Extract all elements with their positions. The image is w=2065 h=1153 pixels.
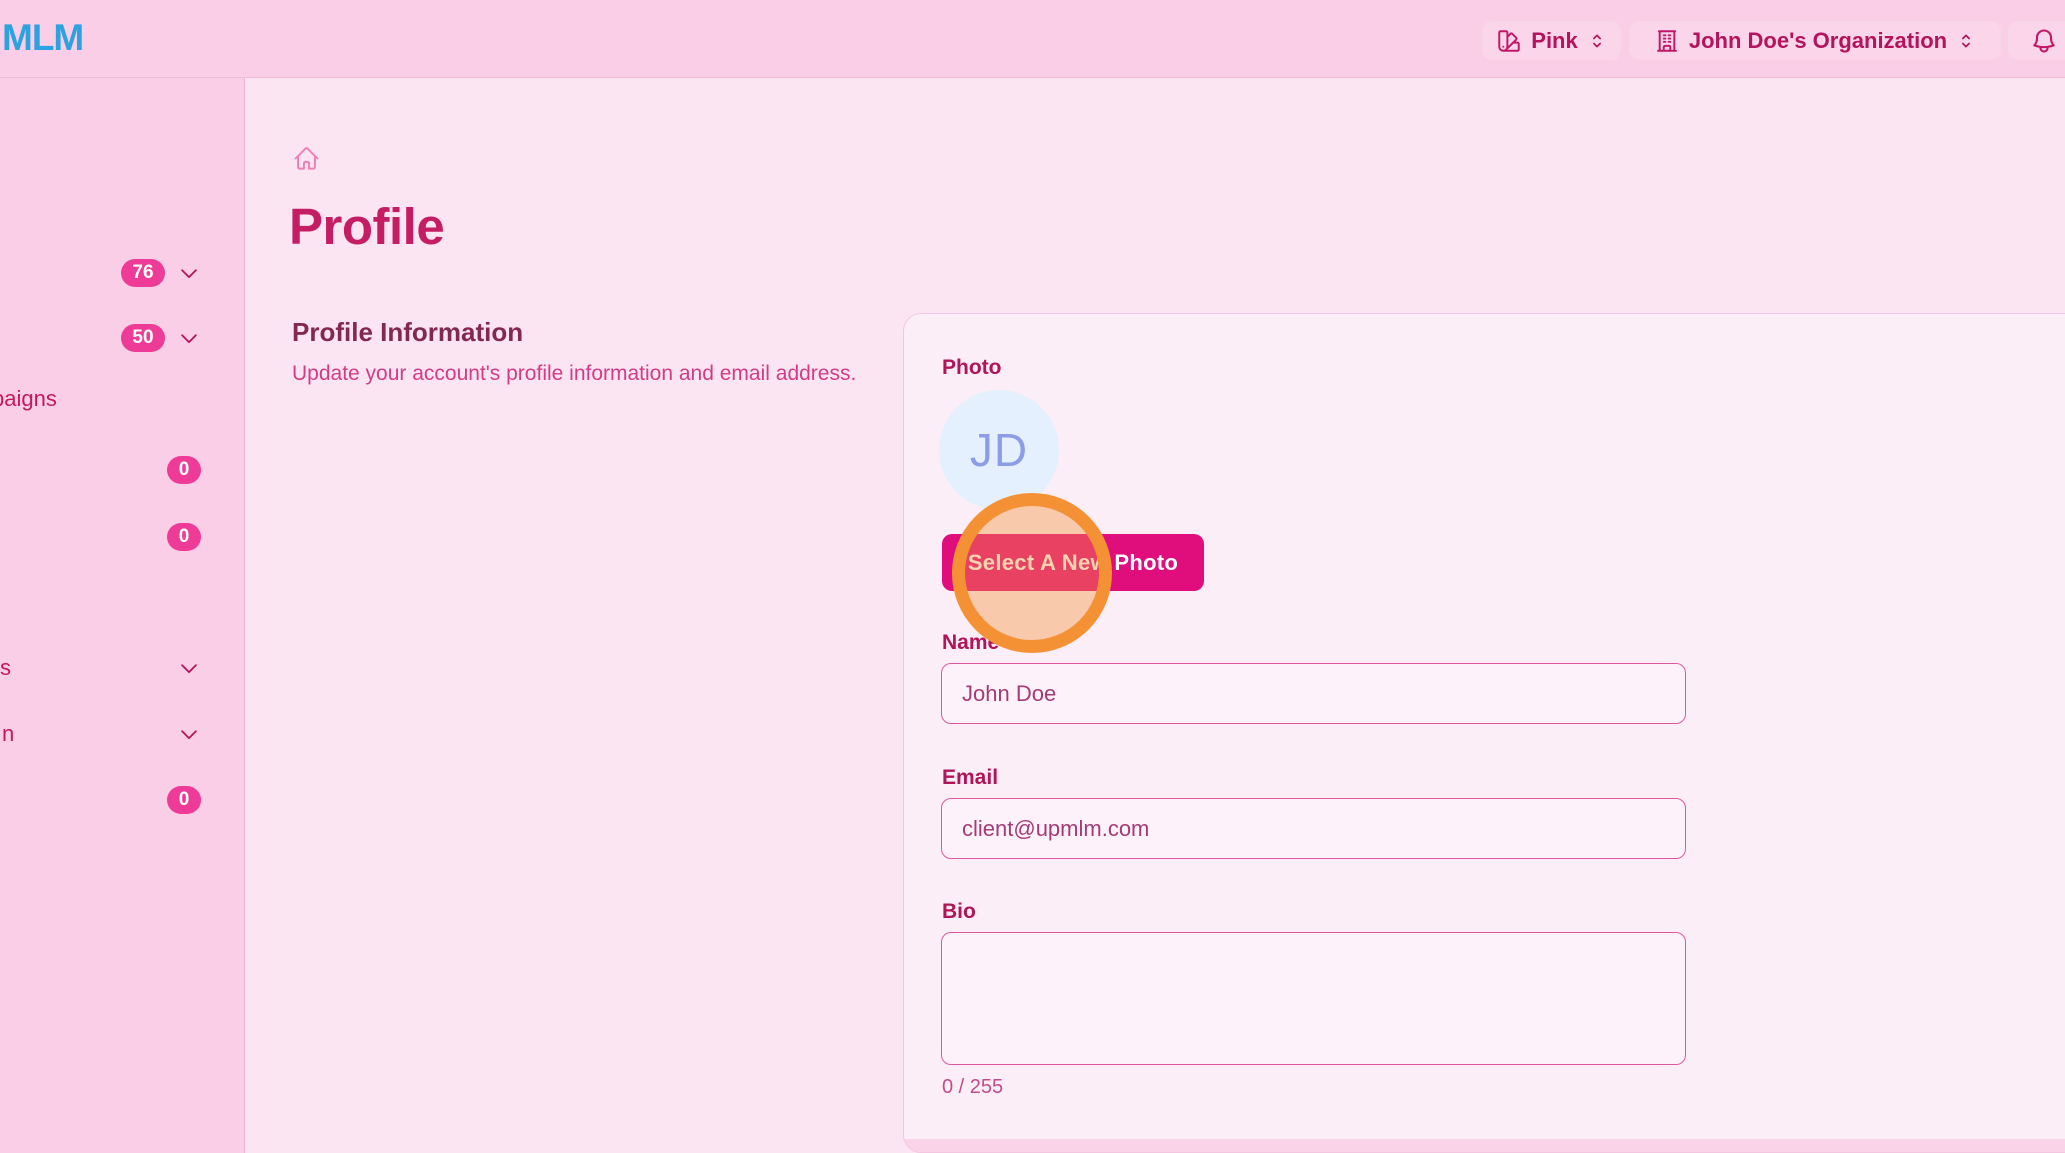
sidebar-item-label[interactable]: s: [0, 655, 11, 681]
sidebar-item-campaigns[interactable]: paigns: [0, 386, 57, 412]
breadcrumb-home-icon[interactable]: [293, 145, 320, 172]
email-input[interactable]: [941, 798, 1686, 859]
bio-textarea[interactable]: [941, 932, 1686, 1065]
app-logo[interactable]: MLM: [2, 17, 83, 59]
name-input[interactable]: [941, 663, 1686, 724]
avatar: JD: [939, 390, 1059, 510]
building-icon: [1654, 28, 1680, 54]
name-label: Name: [942, 631, 999, 655]
chevron-up-down-icon: [1956, 31, 1976, 51]
organization-selector-label: John Doe's Organization: [1689, 28, 1947, 54]
avatar-initials: JD: [970, 423, 1028, 477]
card-footer-band: [904, 1139, 2065, 1152]
chevron-down-icon[interactable]: [178, 723, 200, 745]
main-content: Profile Profile Information Update your …: [245, 79, 2065, 1153]
topbar: MLM Pink John Doe's Organization: [0, 0, 2065, 78]
sidebar-badge: 0: [167, 786, 201, 814]
theme-selector-label: Pink: [1531, 28, 1577, 54]
bell-icon: [2030, 27, 2058, 55]
page-title: Profile: [289, 197, 444, 256]
sidebar-badge: 0: [167, 523, 201, 551]
chevron-up-down-icon: [1587, 31, 1607, 51]
bio-character-counter: 0 / 255: [942, 1076, 1003, 1099]
chevron-down-icon[interactable]: [178, 262, 200, 284]
email-label: Email: [942, 766, 998, 790]
sidebar: 76 50 paigns 0 0 s n 0: [0, 78, 245, 1153]
sidebar-item-label[interactable]: n: [2, 721, 14, 747]
section-description: Update your account's profile informatio…: [292, 362, 856, 386]
sidebar-badge: 50: [121, 324, 165, 352]
section-title: Profile Information: [292, 317, 523, 348]
sidebar-badge: 0: [167, 456, 201, 484]
chevron-down-icon[interactable]: [178, 327, 200, 349]
select-new-photo-button[interactable]: Select A New Photo: [942, 534, 1204, 591]
swatch-icon: [1496, 28, 1522, 54]
bio-label: Bio: [942, 900, 976, 924]
photo-label: Photo: [942, 356, 1001, 380]
profile-form-card: Photo JD Select A New Photo Name Email B…: [903, 313, 2065, 1153]
notifications-button[interactable]: [2008, 21, 2065, 60]
sidebar-badge: 76: [121, 259, 165, 287]
theme-selector-button[interactable]: Pink: [1482, 21, 1621, 60]
chevron-down-icon[interactable]: [178, 657, 200, 679]
organization-selector-button[interactable]: John Doe's Organization: [1629, 21, 2001, 60]
